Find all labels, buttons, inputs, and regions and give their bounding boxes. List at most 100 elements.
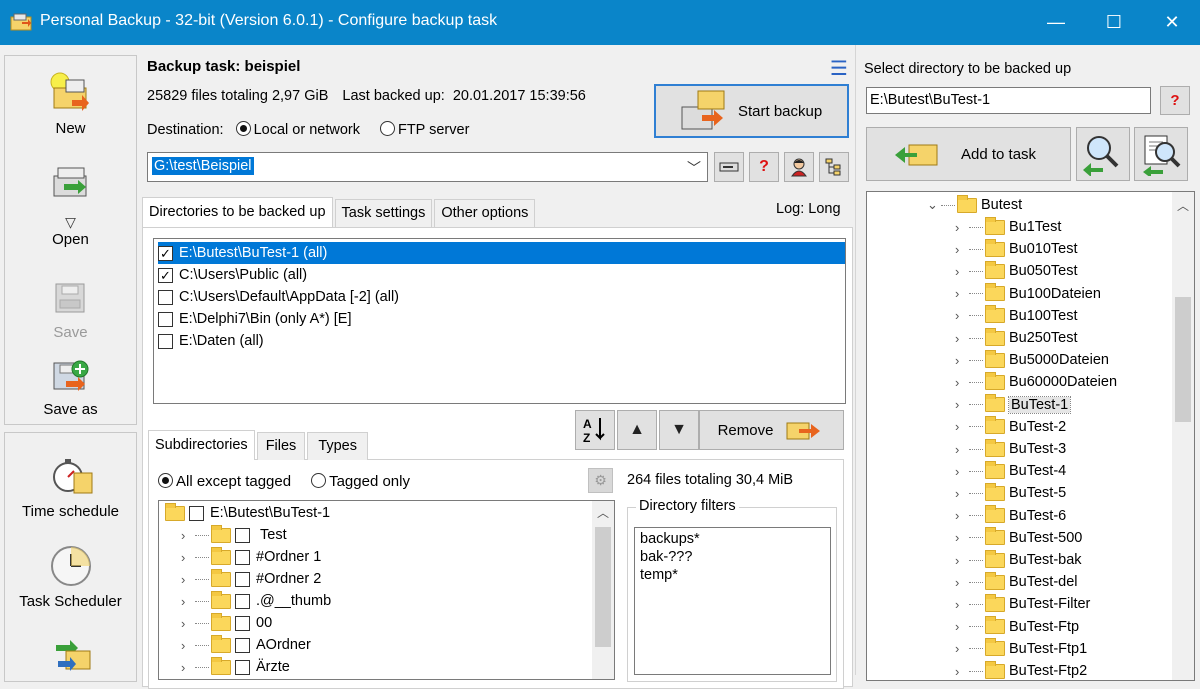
directory-path-input[interactable]: E:\Butest\BuTest-1 bbox=[866, 87, 1151, 114]
tab-subdirectories[interactable]: Subdirectories bbox=[148, 430, 255, 460]
destination-combobox[interactable]: G:\test\Beispiel ﹀ bbox=[147, 152, 708, 182]
chevron-right-icon[interactable]: › bbox=[181, 572, 195, 587]
chevron-right-icon[interactable]: › bbox=[181, 616, 195, 631]
save-button[interactable]: Save bbox=[5, 274, 136, 341]
tab-files[interactable]: Files bbox=[256, 432, 306, 460]
list-item[interactable]: C:\Users\Default\AppData [-2] (all) bbox=[158, 286, 845, 308]
tree-item[interactable]: › BuTest-5 bbox=[955, 482, 1066, 504]
open-button[interactable] bbox=[5, 160, 136, 210]
chevron-right-icon[interactable]: › bbox=[955, 486, 969, 501]
tree-item[interactable]: › BuTest-4 bbox=[955, 460, 1066, 482]
search-file-button[interactable] bbox=[1134, 127, 1188, 181]
chevron-right-icon[interactable]: › bbox=[181, 594, 195, 609]
checkbox[interactable] bbox=[158, 289, 173, 305]
chevron-right-icon[interactable]: › bbox=[181, 660, 195, 675]
tree-root[interactable]: ⌄ Butest bbox=[927, 194, 1022, 216]
remove-button[interactable]: Remove bbox=[699, 410, 844, 450]
log-level-label[interactable]: Log: Long bbox=[776, 201, 841, 217]
chevron-right-icon[interactable]: › bbox=[955, 264, 969, 279]
dest-local-radio[interactable]: Local or network bbox=[235, 121, 360, 138]
chevron-right-icon[interactable]: › bbox=[955, 419, 969, 434]
add-to-task-button[interactable]: Add to task bbox=[866, 127, 1071, 181]
tree-item[interactable]: › Bu1Test bbox=[955, 216, 1061, 238]
open-dropdown[interactable]: ▽ Open bbox=[5, 214, 136, 248]
minimize-button[interactable]: — bbox=[1028, 0, 1084, 45]
checkbox[interactable] bbox=[235, 549, 250, 565]
tree-item[interactable]: › Bu250Test bbox=[955, 327, 1078, 349]
tree-item[interactable]: › Bu100Dateien bbox=[955, 283, 1101, 305]
tree-item[interactable]: › BuTest-1 bbox=[955, 394, 1072, 416]
sort-button[interactable]: A Z bbox=[575, 410, 615, 450]
tree-item[interactable]: › BuTest-Ftp2 bbox=[955, 660, 1087, 680]
task-scheduler-button[interactable]: Task Scheduler bbox=[5, 543, 136, 610]
all-except-radio[interactable]: All except tagged bbox=[158, 473, 291, 490]
list-item[interactable]: ✓ C:\Users\Public (all) bbox=[158, 264, 845, 286]
tree-item[interactable]: › Bu010Test bbox=[955, 238, 1078, 260]
chevron-right-icon[interactable]: › bbox=[955, 375, 969, 390]
tree-item[interactable]: › BuTest-del bbox=[955, 571, 1078, 593]
settings-button[interactable]: ⚙ bbox=[588, 468, 613, 493]
tree-item[interactable]: › BuTest-Ftp1 bbox=[955, 638, 1087, 660]
start-backup-button[interactable]: Start backup bbox=[654, 84, 849, 138]
time-schedule-button[interactable]: Time schedule bbox=[5, 453, 136, 520]
chevron-right-icon[interactable]: › bbox=[955, 220, 969, 235]
list-item[interactable]: E:\Delphi7\Bin (only A*) [E] bbox=[158, 308, 845, 330]
tab-task-settings[interactable]: Task settings bbox=[334, 199, 433, 227]
tree-item[interactable]: › .@__thumb bbox=[181, 590, 331, 612]
pane-splitter[interactable] bbox=[855, 45, 856, 675]
tree-item[interactable]: › 00 bbox=[181, 612, 272, 634]
tab-other-options[interactable]: Other options bbox=[434, 199, 536, 227]
chevron-right-icon[interactable]: › bbox=[955, 508, 969, 523]
tagged-only-radio[interactable]: Tagged only bbox=[311, 473, 410, 490]
checkbox[interactable] bbox=[235, 615, 250, 631]
move-down-button[interactable]: ▼ bbox=[659, 410, 699, 450]
chevron-right-icon[interactable]: › bbox=[955, 619, 969, 634]
tree-item[interactable]: › Bu5000Dateien bbox=[955, 349, 1109, 371]
list-item[interactable]: E:\Daten (all) bbox=[158, 330, 845, 352]
checkbox[interactable] bbox=[235, 593, 250, 609]
new-button[interactable]: New bbox=[5, 70, 136, 137]
chevron-right-icon[interactable]: › bbox=[955, 442, 969, 457]
tree-item[interactable]: › Bu050Test bbox=[955, 260, 1078, 282]
checkbox[interactable] bbox=[235, 637, 250, 653]
tree-item[interactable]: › BuTest-6 bbox=[955, 505, 1066, 527]
tree-scrollbar[interactable]: ︿ bbox=[592, 501, 614, 679]
scrollbar-thumb[interactable] bbox=[595, 527, 611, 647]
list-item[interactable]: ✓ E:\Butest\BuTest-1 (all) bbox=[158, 242, 845, 264]
chevron-right-icon[interactable]: › bbox=[181, 638, 195, 653]
tree-item[interactable]: › Test bbox=[181, 524, 287, 546]
chevron-right-icon[interactable]: › bbox=[955, 397, 969, 412]
directory-tree-scrollbar[interactable]: ︿ bbox=[1172, 192, 1194, 680]
maximize-button[interactable]: ☐ bbox=[1086, 0, 1142, 45]
chevron-right-icon[interactable]: › bbox=[955, 664, 969, 679]
tree-item[interactable]: › Bu60000Dateien bbox=[955, 371, 1117, 393]
chevron-up-icon[interactable]: ︿ bbox=[597, 504, 609, 521]
move-up-button[interactable]: ▲ bbox=[617, 410, 657, 450]
search-dir-button[interactable] bbox=[1076, 127, 1130, 181]
chevron-right-icon[interactable]: › bbox=[955, 331, 969, 346]
chevron-up-icon[interactable]: ︿ bbox=[1177, 197, 1189, 214]
checkbox[interactable]: ✓ bbox=[158, 245, 173, 261]
tree-item[interactable]: › BuTest-Filter bbox=[955, 593, 1090, 615]
restore-button[interactable] bbox=[5, 631, 136, 681]
chevron-right-icon[interactable]: › bbox=[181, 550, 195, 565]
tree-item[interactable]: › BuTest-3 bbox=[955, 438, 1066, 460]
tree-item[interactable]: › BuTest-Ftp bbox=[955, 616, 1079, 638]
tree-item[interactable]: › BuTest-2 bbox=[955, 416, 1066, 438]
directory-filters-input[interactable]: backups* bak-??? temp* bbox=[634, 527, 831, 675]
chevron-right-icon[interactable]: › bbox=[955, 242, 969, 257]
tab-directories[interactable]: Directories to be backed up bbox=[142, 197, 333, 227]
chevron-right-icon[interactable]: › bbox=[955, 286, 969, 301]
chevron-right-icon[interactable]: › bbox=[955, 597, 969, 612]
chevron-right-icon[interactable]: › bbox=[955, 553, 969, 568]
close-button[interactable]: ✕ bbox=[1144, 0, 1200, 45]
help-button[interactable]: ? bbox=[1160, 86, 1190, 115]
checkbox[interactable] bbox=[235, 659, 250, 675]
tree-item[interactable]: › #Ordner 2 bbox=[181, 568, 321, 590]
checkbox[interactable]: ✓ bbox=[158, 267, 173, 283]
tree-item[interactable]: › BuTest-500 bbox=[955, 527, 1082, 549]
dest-ftp-radio[interactable]: FTP server bbox=[379, 121, 469, 138]
tree-item[interactable]: › #Ordner 1 bbox=[181, 546, 321, 568]
checkbox[interactable] bbox=[158, 333, 173, 349]
tree-root[interactable]: E:\Butest\BuTest-1 bbox=[165, 502, 330, 524]
